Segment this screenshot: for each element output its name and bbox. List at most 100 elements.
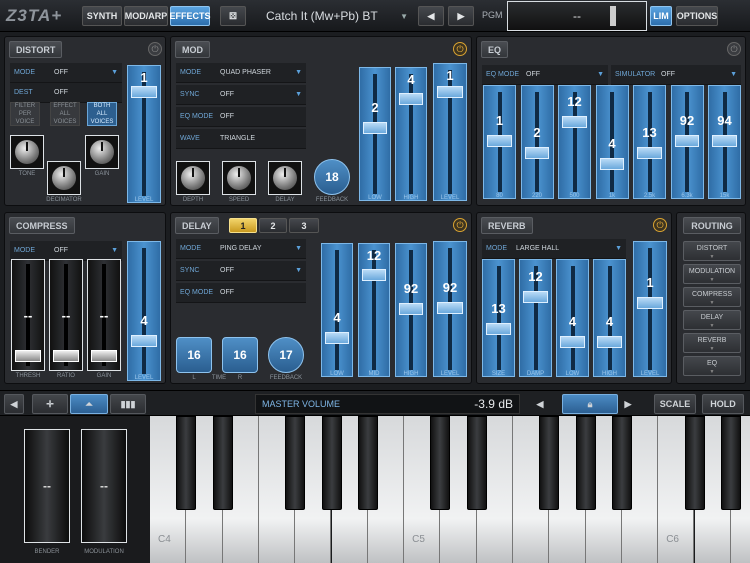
xy-pad-button[interactable]: ✛ [32, 394, 68, 414]
depth-knob[interactable] [176, 161, 210, 195]
pgm-display[interactable]: -- [507, 1, 647, 31]
black-key[interactable] [720, 416, 741, 510]
mod-power-icon[interactable]: ⏻ [453, 42, 467, 56]
distort-level-slider[interactable]: 1 LEVEL [127, 65, 161, 203]
compress-gain-slider[interactable]: -- [87, 259, 121, 371]
delay-feedback-knob[interactable]: 17 [268, 337, 304, 373]
mod-level-slider[interactable]: 1 LEVEL [433, 63, 467, 201]
compress-level-slider[interactable]: 4 LEVEL [127, 241, 161, 381]
effect-all-voices-button[interactable]: EFFECT ALL VOICES [50, 102, 80, 126]
keyboard-button[interactable]: ▮▮▮ [110, 394, 146, 414]
wheels-button[interactable]: ⏶ [70, 394, 108, 414]
speed-knob[interactable] [222, 161, 256, 195]
master-volume-display[interactable]: MASTER VOLUME -3.9 dB [255, 394, 520, 414]
black-key[interactable] [466, 416, 487, 510]
reverb-low-slider[interactable]: 4 LOW [556, 259, 589, 377]
collapse-button[interactable]: ◀ [4, 394, 24, 414]
delay-sync-selector[interactable]: SYNC OFF ▼ [176, 261, 306, 281]
reverb-mode-selector[interactable]: MODE LARGE HALL ▼ [482, 239, 626, 259]
both-all-voices-button[interactable]: BOTH ALL VOICES [87, 102, 117, 126]
delay-eq-mode-selector[interactable]: EQ MODE OFF [176, 283, 306, 303]
filter-per-voice-button[interactable]: FILTER PER VOICE [10, 102, 40, 126]
gain-knob[interactable] [85, 135, 119, 169]
black-key[interactable] [611, 416, 632, 510]
decimator-knob[interactable] [47, 161, 81, 195]
black-key[interactable] [357, 416, 378, 510]
mod-sync-selector[interactable]: SYNC OFF ▼ [176, 85, 306, 105]
delay-page-3[interactable]: 3 [289, 218, 319, 233]
black-key[interactable] [430, 416, 451, 510]
octave-down-button[interactable]: ◀ [526, 394, 554, 414]
mod-mode-selector[interactable]: MODE QUAD PHASER ▼ [176, 63, 306, 83]
routing-item-delay[interactable]: DELAY ▼ [683, 310, 741, 330]
eq-band-6.3k-slider[interactable]: 92 6.3k [670, 85, 704, 199]
eq-band-2.5k-slider[interactable]: 13 2.5k [633, 85, 666, 199]
black-key[interactable] [176, 416, 197, 510]
delay-time-right-knob[interactable]: 16 [222, 337, 258, 373]
eq-band-500-slider[interactable]: 12 500 [558, 85, 591, 199]
feedback-knob[interactable]: 18 [314, 159, 350, 195]
routing-item-distort[interactable]: DISTORT ▼ [683, 241, 741, 261]
routing-item-reverb[interactable]: REVERB ▼ [683, 333, 741, 353]
black-key[interactable] [575, 416, 596, 510]
routing-item-eq[interactable]: EQ ▼ [683, 356, 741, 376]
delay-level-slider[interactable]: 92 LEVEL [433, 241, 467, 377]
black-key[interactable] [285, 416, 306, 510]
delay-time-left-knob[interactable]: 16 [176, 337, 212, 373]
distort-dest-value: OFF [54, 89, 68, 96]
delay-high-slider[interactable]: 92 HIGH [395, 243, 427, 377]
eq-power-icon[interactable]: ⏻ [727, 42, 741, 56]
tab-synth[interactable]: SYNTH [82, 6, 122, 26]
prev-preset-button[interactable]: ◀ [418, 6, 444, 26]
tab-effects[interactable]: EFFECTS [170, 6, 211, 26]
delay-page-1[interactable]: 1 [229, 218, 257, 233]
mod-high-slider[interactable]: 4 HIGH [395, 67, 427, 201]
hold-button[interactable]: HOLD [702, 394, 744, 414]
tone-knob[interactable] [10, 135, 44, 169]
reverb-size-slider[interactable]: 13 SIZE [482, 259, 515, 377]
routing-item-modulation[interactable]: MODULATION ▼ [683, 264, 741, 284]
modulation-wheel[interactable]: -- [81, 429, 127, 543]
scale-button[interactable]: SCALE [654, 394, 696, 414]
eq-band-15k-slider[interactable]: 94 15k [708, 85, 741, 199]
octave-lock-button[interactable]: 🔒︎ [562, 394, 618, 414]
distort-power-icon[interactable]: ⏻ [148, 42, 162, 56]
delay-page-2[interactable]: 2 [259, 218, 287, 233]
ratio-slider[interactable]: -- [49, 259, 83, 371]
delay-low-slider[interactable]: 4 LOW [321, 243, 353, 377]
black-key[interactable] [539, 416, 560, 510]
tab-mod-arp[interactable]: MOD/ARP [124, 6, 168, 26]
black-key[interactable] [212, 416, 233, 510]
limiter-button[interactable]: LIM [650, 6, 672, 26]
reverb-high-slider[interactable]: 4 HIGH [593, 259, 626, 377]
reverb-power-icon[interactable]: ⏻ [653, 218, 667, 232]
delay-power-icon[interactable]: ⏻ [453, 218, 467, 232]
mod-low-slider[interactable]: 2 LOW [359, 67, 391, 201]
preset-selector[interactable]: Catch It (Mw+Pb) BT ▼ [262, 6, 412, 26]
reverb-damp-slider[interactable]: 12 DAMP [519, 259, 552, 377]
distort-dest-selector[interactable]: DEST OFF [10, 83, 122, 103]
thresh-slider[interactable]: -- [11, 259, 45, 371]
eq-band-80-slider[interactable]: 1 80 [483, 85, 516, 199]
note-label: C6 [666, 534, 679, 545]
delay-mode-selector[interactable]: MODE PING DELAY ▼ [176, 239, 306, 259]
next-preset-button[interactable]: ▶ [448, 6, 474, 26]
preset-browser-button[interactable]: ⚄ [220, 6, 246, 26]
eq-mode-selector[interactable]: EQ MODE OFF ▼ [482, 65, 608, 85]
eq-band-220-slider[interactable]: 2 220 [520, 85, 554, 199]
pitch-bender-wheel[interactable]: -- [24, 429, 70, 543]
distort-mode-selector[interactable]: MODE OFF ▼ [10, 63, 122, 83]
routing-item-compress[interactable]: COMPRESS ▼ [683, 287, 741, 307]
mod-wave-selector[interactable]: WAVE TRIANGLE [176, 129, 306, 149]
delay-knob[interactable] [268, 161, 302, 195]
simulator-selector[interactable]: SIMULATOR OFF ▼ [611, 65, 741, 85]
compress-mode-selector[interactable]: MODE OFF ▼ [10, 241, 122, 261]
mod-eq-mode-selector[interactable]: EQ MODE OFF [176, 107, 306, 127]
octave-up-button[interactable]: ▶ [614, 394, 642, 414]
options-button[interactable]: OPTIONS [676, 6, 718, 26]
delay-mid-slider[interactable]: 12 MID [358, 243, 390, 377]
eq-band-1k-slider[interactable]: 4 1k [595, 85, 629, 199]
black-key[interactable] [684, 416, 705, 510]
reverb-level-slider[interactable]: 1 LEVEL [633, 241, 667, 377]
black-key[interactable] [321, 416, 342, 510]
